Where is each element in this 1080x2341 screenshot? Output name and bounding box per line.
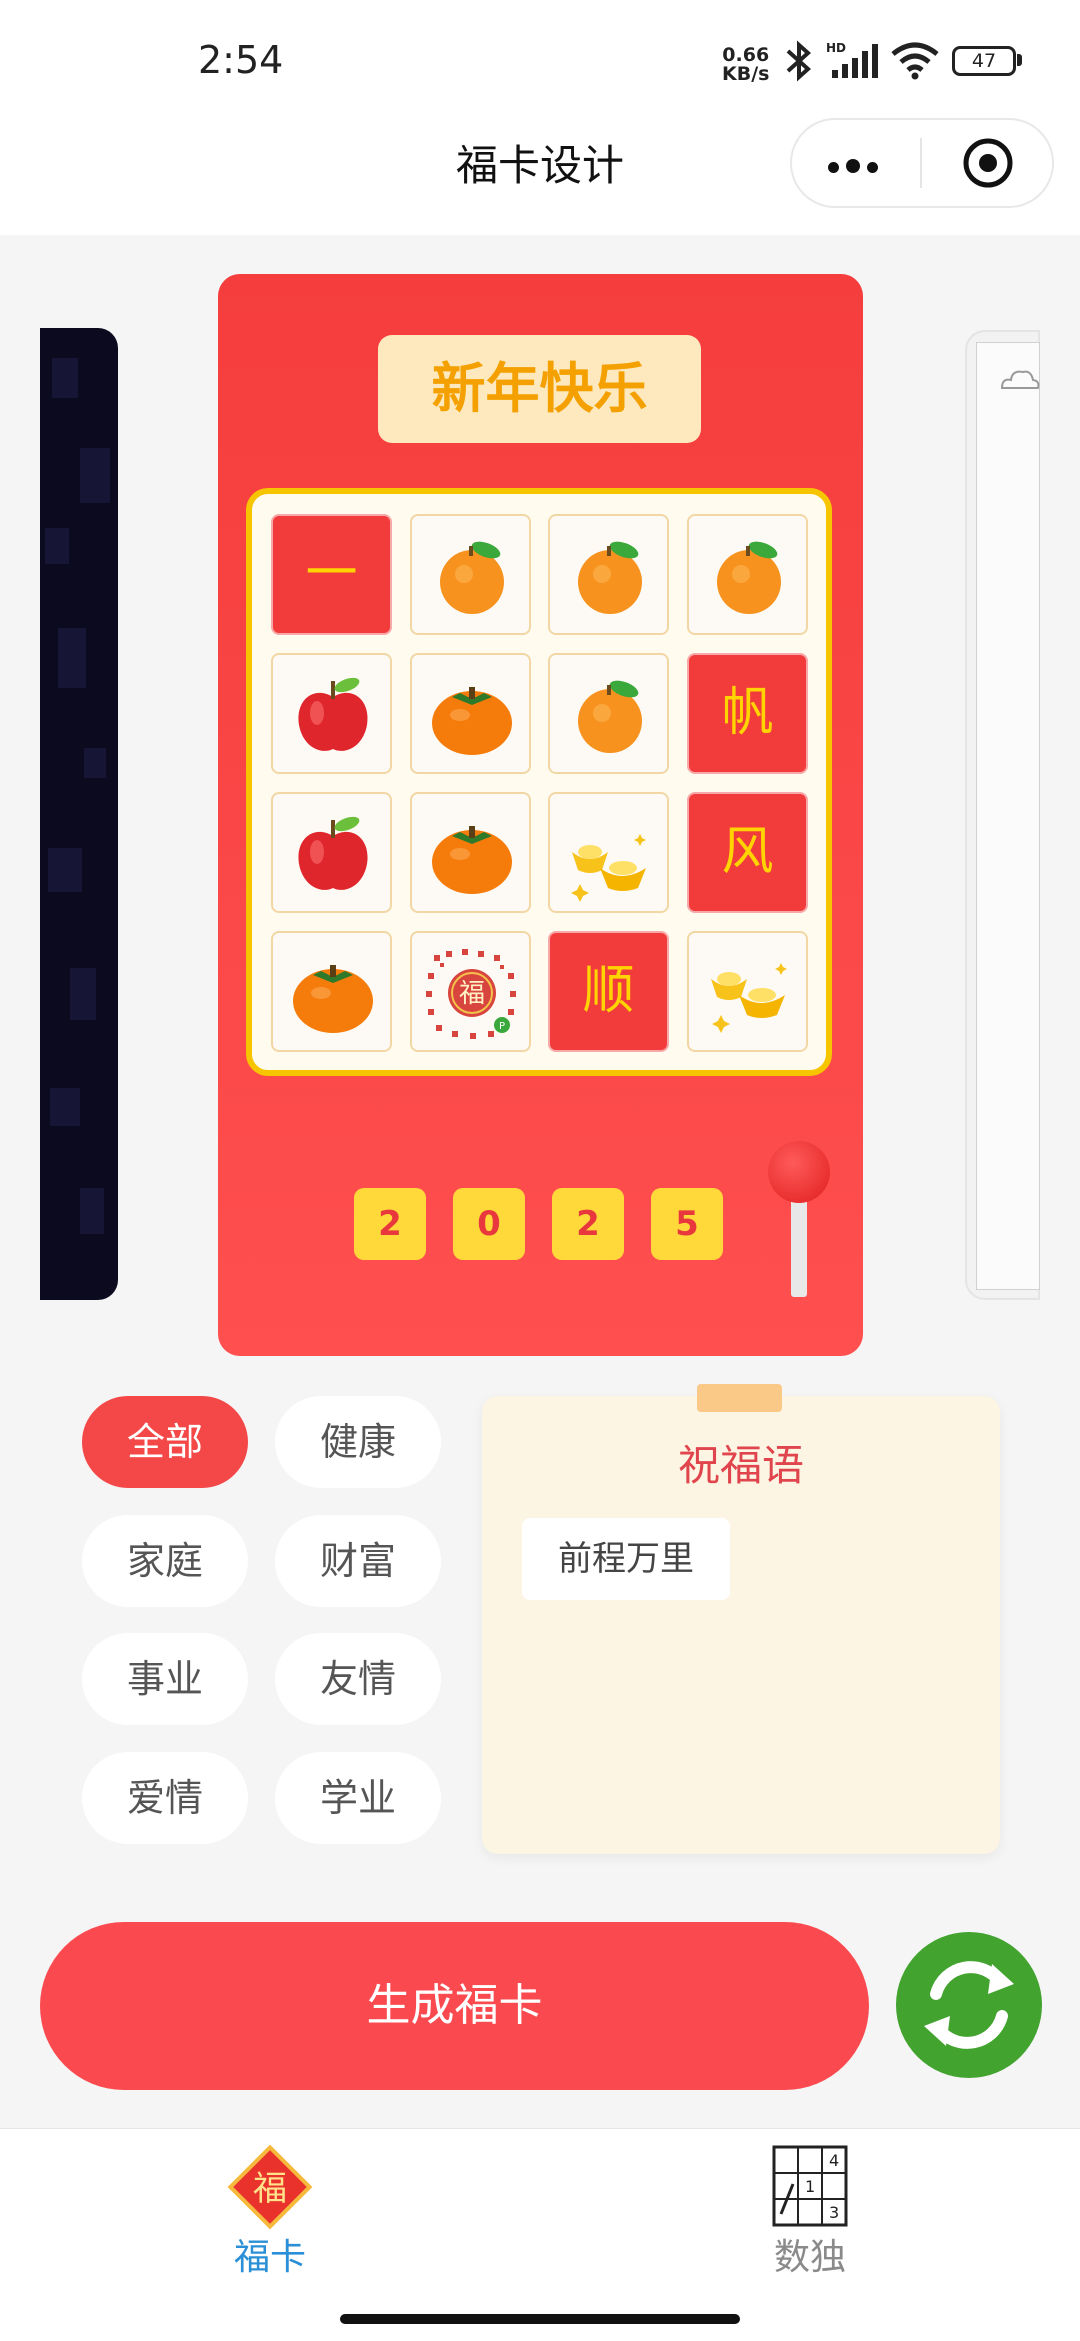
close-target-icon[interactable] [962,137,1014,189]
card-greeting: 新年快乐 [378,335,701,443]
sudoku-number: 1 [805,2177,815,2196]
category-love[interactable]: 爱情 [82,1752,248,1844]
persimmon-icon [432,687,512,755]
category-family[interactable]: 家庭 [82,1515,248,1607]
tab-fuka-label[interactable]: 福卡 [170,2228,370,2280]
tile-orange[interactable] [548,653,669,774]
orange-icon [440,541,504,614]
tile-persimmon[interactable] [410,792,531,913]
refresh-icon [924,1961,1014,2049]
generate-card-button[interactable]: 生成福卡 [40,1922,869,2090]
category-career[interactable]: 事业 [82,1633,248,1725]
tile-gold-ingot[interactable] [548,792,669,913]
svg-text:P: P [499,1021,505,1032]
gold-ingot-icon [571,834,646,902]
category-wealth[interactable]: 财富 [275,1515,441,1607]
more-menu-icon[interactable] [828,158,885,177]
bluetooth-icon [786,40,811,82]
category-friendship[interactable]: 友情 [275,1633,441,1725]
tab-fuka[interactable]: 福 [225,2142,315,2232]
wifi-icon [891,42,939,80]
tile-char-feng[interactable]: 风 [687,792,808,913]
status-time: 2:54 [198,38,284,82]
tile-persimmon[interactable] [271,931,392,1052]
persimmon-icon [432,826,512,894]
orange-icon [717,541,781,614]
tile-orange[interactable] [687,514,808,635]
tile-orange[interactable] [548,514,669,635]
year-digit: 2 [354,1188,426,1260]
gold-ingot-icon [711,963,787,1033]
tile-char-shun[interactable]: 顺 [548,931,669,1052]
tab-sudoku[interactable]: 4 1 3 [771,2144,849,2228]
capsule-divider [920,138,922,188]
orange-icon [578,541,642,614]
tile-char-fan[interactable]: 帆 [687,653,808,774]
battery-indicator: 47 [952,46,1016,76]
refresh-button[interactable] [896,1932,1042,2078]
fu-diamond-icon: 福 [227,2144,313,2230]
slot-lever-stick[interactable] [791,1195,807,1297]
note-tape [697,1384,782,1412]
year-digit: 5 [651,1188,723,1260]
network-speed: 0.66 KB/s [722,46,769,84]
sudoku-number: 4 [829,2151,839,2170]
sudoku-number: 3 [829,2203,839,2222]
tile-char-yi[interactable]: 一 [271,514,392,635]
sudoku-grid-icon: 4 1 3 [772,2145,848,2227]
blessing-phrase-chip[interactable]: 前程万里 [522,1518,730,1600]
category-study[interactable]: 学业 [275,1752,441,1844]
tile-apple[interactable] [271,653,392,774]
year-digit: 2 [552,1188,624,1260]
fu-diamond-glyph: 福 [253,2169,287,2209]
tile-apple[interactable] [271,792,392,913]
apple-icon [298,816,368,890]
svg-text:福: 福 [459,979,485,1009]
battery-tip [1017,54,1022,66]
orange-icon [578,680,642,753]
tile-orange[interactable] [410,514,531,635]
blessing-title: 祝福语 [677,1441,804,1490]
next-card-frame [976,342,1040,1290]
tab-sudoku-label[interactable]: 数独 [710,2228,910,2280]
cloud-decoration-icon [1000,370,1040,389]
home-indicator [340,2314,740,2324]
category-all[interactable]: 全部 [82,1396,248,1488]
fu-qrcode-icon: 福 P [426,949,516,1039]
apple-icon [298,677,368,751]
persimmon-icon [293,965,373,1033]
page-title: 福卡设计 [455,141,624,190]
prev-card-preview[interactable] [40,328,118,1300]
svg-text:HD: HD [826,41,846,55]
tab-bar [0,2128,1080,2341]
year-digit: 0 [453,1188,525,1260]
tile-fu-qrcode[interactable]: 福 P [410,931,531,1052]
signal-icon: HD [826,41,878,78]
tile-persimmon[interactable] [410,653,531,774]
tile-gold-ingot[interactable] [687,931,808,1052]
category-health[interactable]: 健康 [275,1396,441,1488]
slot-lever-handle[interactable] [768,1141,830,1203]
network-speed-unit: KB/s [722,63,770,85]
